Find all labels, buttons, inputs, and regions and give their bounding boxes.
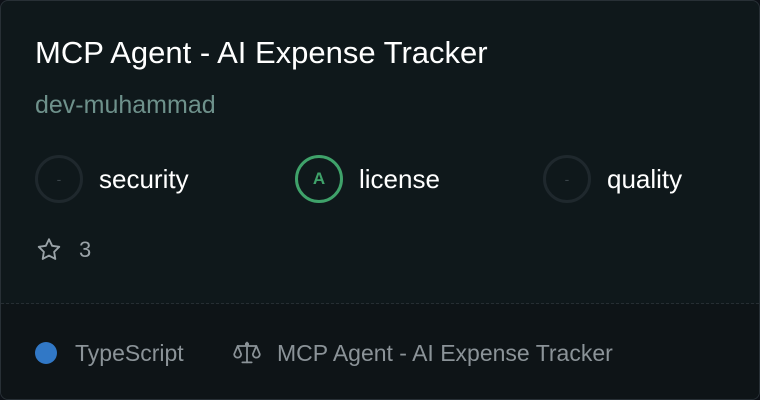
repo-title[interactable]: MCP Agent - AI Expense Tracker <box>35 33 488 73</box>
quality-label: quality <box>607 164 683 194</box>
license-info: MCP Agent - AI Expense Tracker <box>233 338 613 368</box>
license-label: license <box>359 164 440 194</box>
quality-badge[interactable]: - quality <box>543 155 682 203</box>
language-name: TypeScript <box>75 339 184 366</box>
stars[interactable]: 3 <box>35 235 91 265</box>
repo-card[interactable]: MCP Agent - AI Expense Tracker dev-muham… <box>0 0 760 400</box>
license-grade-circle: A <box>295 155 343 203</box>
language-info: TypeScript <box>35 338 184 368</box>
security-badge[interactable]: - security <box>35 155 189 203</box>
card-footer: TypeScript MCP Agent - AI Expense Tracke… <box>1 304 759 399</box>
star-outline-icon <box>35 236 63 264</box>
security-label: security <box>99 164 189 194</box>
language-color-dot <box>35 342 57 364</box>
repo-owner[interactable]: dev-muhammad <box>35 89 216 121</box>
security-grade-circle: - <box>35 155 83 203</box>
score-badges: - security A license - quality <box>35 155 735 203</box>
star-count: 3 <box>79 237 92 262</box>
license-name: MCP Agent - AI Expense Tracker <box>277 339 613 366</box>
license-badge[interactable]: A license <box>295 155 440 203</box>
scale-icon <box>233 339 261 367</box>
quality-grade-circle: - <box>543 155 591 203</box>
card-header: MCP Agent - AI Expense Tracker dev-muham… <box>1 1 759 304</box>
